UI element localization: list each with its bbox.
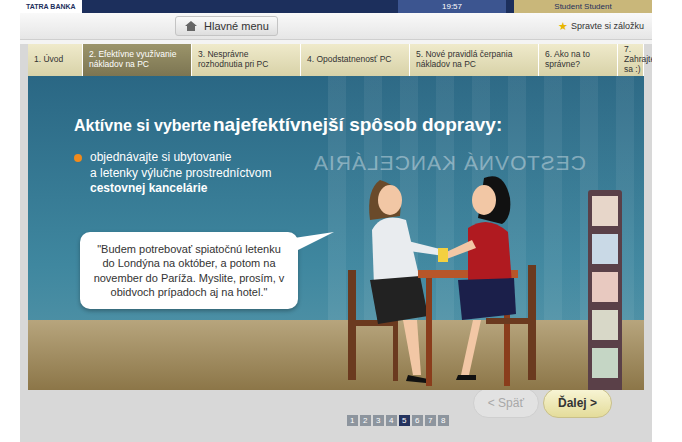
clock: 19:57	[398, 0, 506, 13]
tab[interactable]: 6. Ako na to správne?	[539, 44, 618, 76]
main-menu-button[interactable]: Hlavné menu	[175, 16, 278, 36]
home-icon	[184, 20, 198, 32]
brochure-stand-icon	[584, 190, 626, 390]
tab[interactable]: 5. Nové pravidlá čerpania nákladov na PC	[410, 44, 539, 76]
slide: CESTOVNÁ KANCELÁRIA Aktívne si vybertenaj…	[28, 76, 644, 390]
page-button[interactable]: 6	[412, 415, 423, 426]
page-button[interactable]: 4	[386, 415, 397, 426]
page-button[interactable]: 7	[425, 415, 436, 426]
pagination: 12345678	[347, 415, 449, 426]
page-button[interactable]: 2	[360, 415, 371, 426]
page-button[interactable]: 5	[399, 415, 410, 426]
bubble-tail-icon	[294, 232, 334, 256]
next-button[interactable]: Ďalej >	[543, 388, 612, 418]
women-at-table-illustration	[308, 120, 568, 390]
floor	[28, 320, 644, 390]
slide-text: Aktívne si vybertenajefektívnejší spôsob…	[28, 76, 644, 197]
top-bar: TATRA BANKA 19:57 Student Student	[20, 0, 652, 13]
page-button[interactable]: 3	[373, 415, 384, 426]
bookmark-link[interactable]: ★Spravte si záložku	[558, 20, 644, 33]
app: TATRA BANKA19:57Student StudentHlavné me…	[20, 0, 652, 442]
bullet: objednávajte si ubytovaniea letenky výlu…	[74, 150, 644, 197]
footer: 12345678 < SpäťĎalej >	[28, 390, 644, 432]
navigation: < SpäťĎalej >	[473, 388, 612, 418]
tab[interactable]: 2. Efektívne využívanie nákladov na PC	[83, 44, 192, 76]
star-icon: ★	[558, 20, 568, 33]
tab-bar: 1. Úvod2. Efektívne využívanie nákladov …	[28, 44, 644, 76]
toolbar: Hlavné menu ★Spravte si záložku	[20, 13, 652, 40]
speech-bubble: "Budem potrebovať spiatočnú letenku do L…	[80, 232, 298, 309]
tab[interactable]: 4. Opodstatnenosť PC	[301, 44, 410, 76]
tab[interactable]: 1. Úvod	[28, 44, 83, 76]
logo: TATRA BANKA	[20, 0, 82, 13]
user-name: Student Student	[514, 0, 652, 13]
page-button[interactable]: 1	[347, 415, 358, 426]
bullet-dot-icon	[74, 154, 82, 162]
slide-heading: Aktívne si vybertenajefektívnejší spôsob…	[74, 114, 644, 136]
page-button[interactable]: 8	[438, 415, 449, 426]
course-frame: 1. Úvod2. Efektívne využívanie nákladov …	[20, 44, 652, 442]
tab[interactable]: 3. Nesprávne rozhodnutia pri PC	[192, 44, 301, 76]
tab[interactable]: 7. Zahrajte sa :)	[618, 44, 644, 76]
watermark: CESTOVNÁ KANCELÁRIA	[313, 151, 586, 175]
back-button[interactable]: < Späť	[473, 388, 539, 418]
